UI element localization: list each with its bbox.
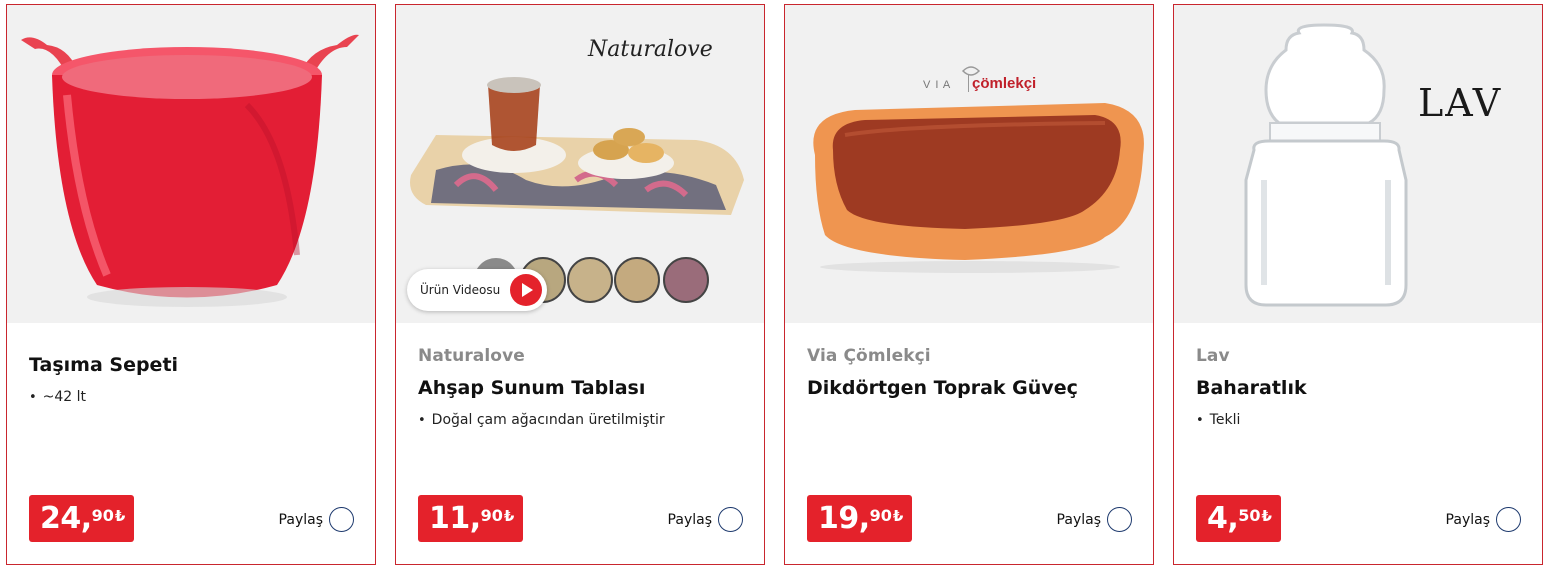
clay-casserole-image — [813, 66, 1144, 273]
share-circle-icon[interactable] — [718, 507, 743, 532]
share-label: Paylaş — [278, 511, 323, 528]
share-label: Paylaş — [1056, 511, 1101, 528]
share-button[interactable]: Paylaş — [668, 507, 743, 532]
product-video-button[interactable]: Ürün Videosu — [407, 269, 547, 311]
brand-logo-left: V I A — [923, 79, 952, 91]
share-button[interactable]: Paylaş — [1057, 507, 1132, 532]
product-card[interactable]: Taşıma Sepeti • ~42 lt 24, 90 ₺ Paylaş — [6, 4, 376, 565]
share-circle-icon[interactable] — [329, 507, 354, 532]
product-card[interactable]: LAV Lav Baharatlık • Tekli 4, 50 ₺ Paylaş — [1173, 4, 1543, 565]
product-card[interactable]: V I A çömlekçi Via Çömlekçi Dikdörtgen T… — [784, 4, 1154, 565]
price-decimal: 90 — [91, 506, 114, 525]
currency-symbol: ₺ — [892, 507, 904, 525]
glass-spice-jar-image — [1244, 23, 1408, 307]
product-brand[interactable]: Lav — [1196, 346, 1230, 366]
product-image[interactable]: V I A çömlekçi — [785, 5, 1153, 323]
product-title[interactable]: Ahşap Sunum Tablası — [418, 377, 645, 399]
price-integer: 24, — [40, 501, 92, 536]
price-decimal: 50 — [1238, 506, 1261, 525]
product-image[interactable]: Naturalove Ürün Videosu — [396, 5, 764, 323]
price-integer: 19, — [818, 501, 870, 536]
currency-symbol: ₺ — [503, 507, 515, 525]
product-feature: • Doğal çam ağacından üretilmiştir — [418, 412, 665, 428]
currency-symbol: ₺ — [1261, 507, 1272, 525]
product-brand[interactable]: Naturalove — [418, 346, 525, 366]
product-brand[interactable]: Via Çömlekçi — [807, 346, 931, 366]
price-decimal: 90 — [480, 506, 503, 525]
share-circle-icon[interactable] — [1496, 507, 1521, 532]
price-badge: 24, 90 ₺ — [29, 495, 135, 542]
share-circle-icon[interactable] — [1107, 507, 1132, 532]
share-button[interactable]: Paylaş — [279, 507, 354, 532]
share-button[interactable]: Paylaş — [1446, 507, 1521, 532]
brand-logo-right: çömlekçi — [968, 75, 1036, 92]
product-image[interactable] — [7, 5, 375, 323]
price-integer: 4, — [1207, 501, 1239, 536]
product-feature: • ~42 lt — [29, 389, 87, 405]
video-label: Ürün Videosu — [420, 283, 501, 297]
product-feature: • Tekli — [1196, 412, 1241, 428]
product-image[interactable]: LAV — [1174, 5, 1542, 323]
product-card[interactable]: Naturalove Ürün Videosu Naturalove Ahşap… — [395, 4, 765, 565]
price-badge: 11, 90 ₺ — [418, 495, 524, 542]
play-icon[interactable] — [510, 274, 542, 306]
product-title[interactable]: Dikdörtgen Toprak Güveç — [807, 377, 1078, 399]
product-title[interactable]: Baharatlık — [1196, 377, 1307, 399]
red-plastic-basket-image — [21, 34, 359, 307]
share-label: Paylaş — [667, 511, 712, 528]
brand-logo: LAV — [1418, 81, 1503, 125]
currency-symbol: ₺ — [114, 507, 126, 525]
brand-logo: Naturalove — [588, 37, 713, 62]
price-decimal: 90 — [869, 506, 892, 525]
share-label: Paylaş — [1445, 511, 1490, 528]
price-badge: 4, 50 ₺ — [1196, 495, 1281, 542]
price-badge: 19, 90 ₺ — [807, 495, 913, 542]
product-title[interactable]: Taşıma Sepeti — [29, 354, 178, 376]
price-integer: 11, — [429, 501, 481, 536]
